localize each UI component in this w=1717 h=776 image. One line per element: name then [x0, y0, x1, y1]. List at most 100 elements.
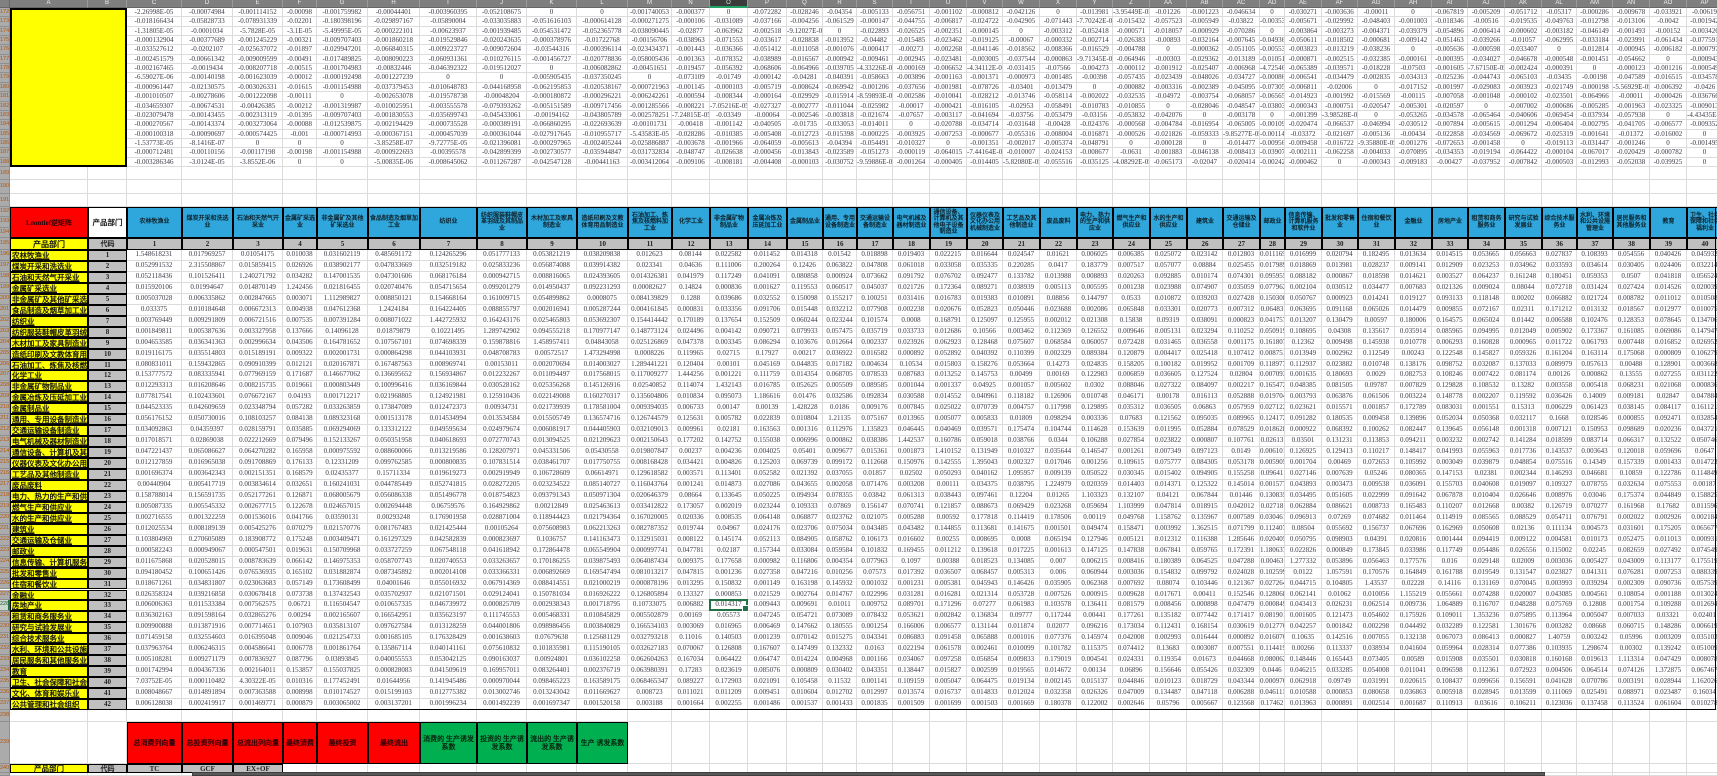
- cell[interactable]: [527, 710, 577, 722]
- cell[interactable]: 0.015137: [1077, 677, 1113, 688]
- cell[interactable]: 0.042012: [1223, 502, 1260, 513]
- cell[interactable]: 0.013988: [1040, 272, 1077, 283]
- cell[interactable]: 0.000949067: [182, 546, 233, 557]
- cell[interactable]: 0.014241: [1358, 294, 1395, 305]
- cell[interactable]: 0.038209838: [577, 250, 628, 261]
- cell[interactable]: 0.129895: [1077, 403, 1113, 414]
- cell[interactable]: 0.065086627: [182, 447, 233, 458]
- cell[interactable]: 0.067696: [1395, 524, 1432, 535]
- cell[interactable]: 1.224979: [1040, 480, 1077, 491]
- column-header-a[interactable]: A: [10, 0, 88, 8]
- cell[interactable]: 0.141163473: [577, 535, 628, 546]
- cell[interactable]: 0.067914369: [477, 579, 527, 590]
- cell[interactable]: 0.153639: [1113, 425, 1150, 436]
- column-header-ac[interactable]: AC: [1223, 0, 1260, 8]
- cell[interactable]: 0.022194: [893, 644, 930, 655]
- cell[interactable]: 0.137666: [283, 327, 317, 338]
- row-header-234[interactable]: 234: [0, 666, 10, 677]
- cell[interactable]: -0.001704983: [317, 64, 368, 73]
- cell[interactable]: -0.009678: [1613, 8, 1650, 17]
- column-header-aa[interactable]: AA: [1150, 0, 1187, 8]
- cell[interactable]: 0.104744: [1040, 425, 1077, 436]
- cell[interactable]: 0.035514803: [182, 349, 233, 360]
- cell[interactable]: 1.2424184: [368, 305, 420, 316]
- cell[interactable]: 0.129828: [1432, 381, 1468, 392]
- cell[interactable]: -0.025886887: [628, 139, 672, 148]
- row-sector-label[interactable]: 水的生产和供应业: [10, 513, 88, 524]
- cell[interactable]: 0.097258: [930, 655, 967, 666]
- cell[interactable]: 0.067878: [1432, 491, 1468, 502]
- cell[interactable]: [368, 194, 420, 207]
- cell[interactable]: -0.00143374: [182, 120, 233, 129]
- cell[interactable]: -0.001992: [1322, 92, 1358, 101]
- cell[interactable]: 0.092834: [857, 392, 893, 403]
- cell[interactable]: 0.012664: [823, 338, 857, 349]
- cell[interactable]: [1468, 194, 1505, 207]
- cell[interactable]: 0: [317, 158, 368, 167]
- cell[interactable]: 0.025022: [930, 403, 967, 414]
- cell[interactable]: 0.027322: [1150, 381, 1187, 392]
- cell[interactable]: -0.000225: [857, 130, 893, 139]
- row-sector-label[interactable]: 文化、体育和娱乐业: [10, 688, 88, 699]
- cell[interactable]: 0.050919: [1260, 327, 1285, 338]
- cell[interactable]: 0.044668: [1223, 655, 1260, 666]
- cell[interactable]: 0.100996416: [368, 381, 420, 392]
- cell[interactable]: 0.01054175: [233, 250, 283, 261]
- cell[interactable]: 0.010056: [1358, 590, 1395, 601]
- cell[interactable]: -0.016002: [1650, 130, 1687, 139]
- cell[interactable]: 1.285646: [1223, 535, 1260, 546]
- cell[interactable]: 0.107903: [283, 622, 317, 633]
- cell[interactable]: -0.05828733: [182, 17, 233, 26]
- cell[interactable]: 0.070786: [1577, 677, 1613, 688]
- cell[interactable]: 0.006588: [1542, 316, 1577, 327]
- cell[interactable]: 0.139645: [1432, 425, 1468, 436]
- cell[interactable]: 0.005417719: [182, 480, 233, 491]
- cell[interactable]: 0.047479: [1223, 600, 1260, 611]
- cell[interactable]: 0.148773124: [628, 327, 672, 338]
- cell[interactable]: -0.001740053: [628, 8, 672, 17]
- cell[interactable]: 0.009498: [1322, 338, 1358, 349]
- cell[interactable]: 0.058707743: [368, 557, 420, 568]
- cell[interactable]: -0.038963: [672, 36, 710, 45]
- cell[interactable]: 0.025455: [1223, 261, 1260, 272]
- cell[interactable]: -0.000128: [1150, 139, 1187, 148]
- cell[interactable]: 0.005545332: [182, 502, 233, 513]
- row-header-181[interactable]: 181: [0, 92, 10, 101]
- cell[interactable]: 0.080831011: [127, 360, 182, 371]
- cell[interactable]: -0.006811: [1285, 83, 1322, 92]
- cell[interactable]: 0: [1003, 27, 1040, 36]
- cell[interactable]: -4.72546E-05: [1260, 64, 1285, 73]
- cell[interactable]: 0.002716555: [127, 513, 182, 524]
- row-header-220[interactable]: 220: [0, 513, 10, 524]
- cell[interactable]: 0.096598: [1432, 666, 1468, 677]
- cell[interactable]: 0.003462: [1003, 327, 1040, 338]
- cell[interactable]: -0.002351: [930, 27, 967, 36]
- cell[interactable]: 0.010038: [283, 250, 317, 261]
- cell[interactable]: 0.109159: [893, 677, 930, 688]
- cell[interactable]: -0.001860218: [368, 36, 420, 45]
- cell[interactable]: -0.018502: [1322, 36, 1358, 45]
- cell[interactable]: 0.033285: [1322, 666, 1358, 677]
- row-code[interactable]: 33: [88, 600, 127, 611]
- cell[interactable]: 0.010778: [1395, 338, 1432, 349]
- cell[interactable]: 0.161009715: [477, 294, 527, 305]
- cell[interactable]: 0.007: [1040, 557, 1077, 568]
- cell[interactable]: 0: [1187, 139, 1223, 148]
- cell[interactable]: 0.152133267: [317, 436, 368, 447]
- cell[interactable]: 0.000976: [1260, 677, 1285, 688]
- row-header-238[interactable]: 238: [0, 710, 10, 722]
- cell[interactable]: -0.00516: [1468, 17, 1505, 26]
- cell[interactable]: [857, 167, 893, 180]
- cell[interactable]: [857, 722, 893, 764]
- column-header-e[interactable]: E: [233, 0, 283, 8]
- cell[interactable]: [1468, 722, 1505, 764]
- cell[interactable]: 0.145126916: [577, 381, 628, 392]
- cell[interactable]: 0.094934: [787, 491, 823, 502]
- cell[interactable]: 0.133645: [710, 491, 748, 502]
- cell[interactable]: -0.079393262: [477, 102, 527, 111]
- cell[interactable]: -0.070895: [1395, 148, 1432, 157]
- cell[interactable]: 0.041311: [1577, 568, 1613, 579]
- cell[interactable]: 0.160828: [1468, 338, 1505, 349]
- cell[interactable]: 0.066317: [1613, 436, 1650, 447]
- cell[interactable]: 0.044846: [1113, 677, 1150, 688]
